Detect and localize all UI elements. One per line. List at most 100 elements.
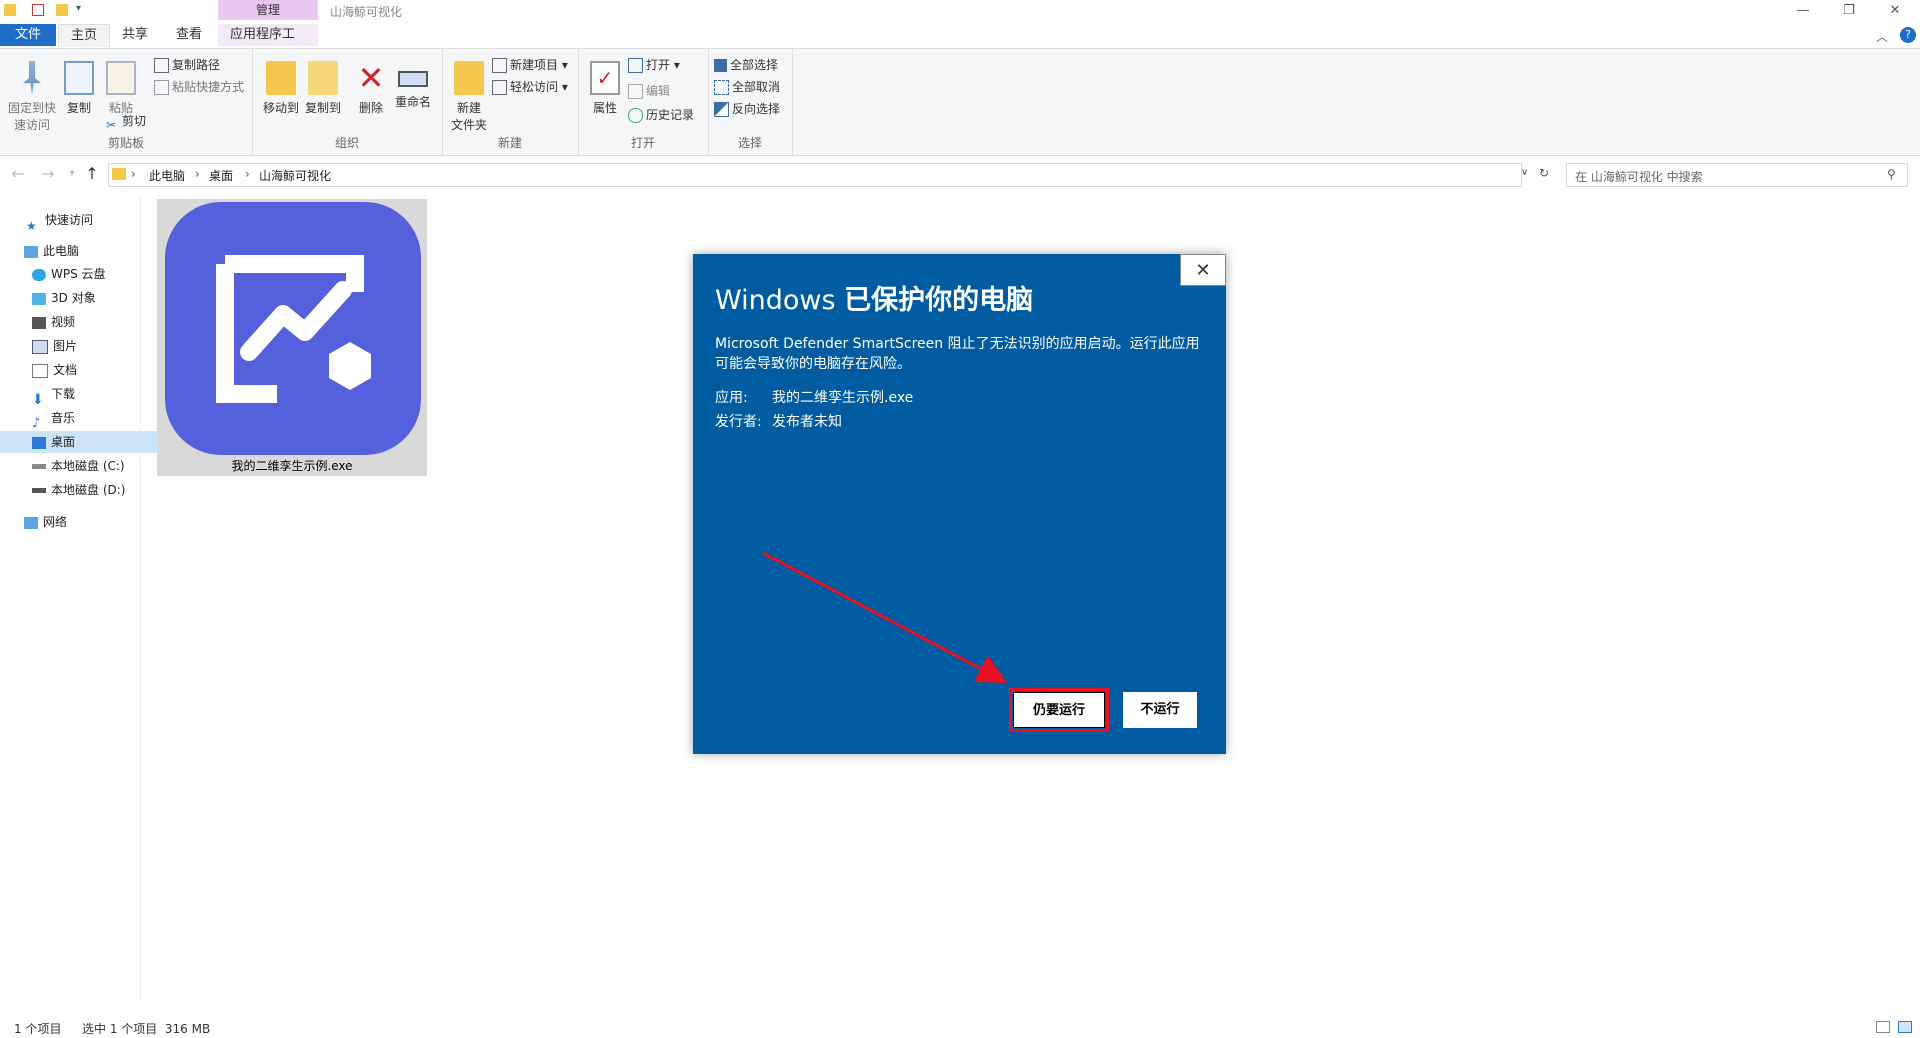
- address-bar[interactable]: › 此电脑 › 桌面 › 山海鲸可视化 ∨ ↻: [108, 163, 1549, 187]
- minimize-button[interactable]: —: [1780, 0, 1826, 22]
- close-button[interactable]: ✕: [1872, 0, 1918, 22]
- tab-app-tools[interactable]: 应用程序工具: [218, 24, 318, 64]
- properties-button[interactable]: ✓ 属性: [582, 55, 628, 116]
- sidebar-item-this-pc[interactable]: 此电脑: [0, 240, 162, 262]
- tab-share[interactable]: 共享: [110, 24, 160, 46]
- star-icon: ★: [26, 218, 37, 233]
- back-button[interactable]: ←: [8, 164, 28, 184]
- app-chart-icon: [165, 202, 421, 455]
- sidebar-item-documents[interactable]: 文档: [0, 359, 170, 381]
- cut-button[interactable]: ✂ 剪切: [106, 111, 146, 132]
- sidebar-item-network[interactable]: 网络: [0, 511, 162, 533]
- help-icon[interactable]: ?: [1900, 27, 1916, 43]
- select-all-icon: [714, 59, 727, 72]
- breadcrumb-this-pc[interactable]: 此电脑: [149, 167, 185, 184]
- sidebar-item-drive-c[interactable]: 本地磁盘 (C:): [0, 455, 170, 477]
- file-name: 我的二维孪生示例.exe: [231, 459, 353, 473]
- up-button[interactable]: ↑: [82, 164, 102, 184]
- move-to-button[interactable]: 移动到: [258, 55, 304, 116]
- paste-shortcut-icon: [154, 80, 169, 95]
- invert-selection-button[interactable]: 反向选择: [714, 99, 780, 119]
- copy-path-button[interactable]: 复制路径: [154, 55, 220, 75]
- select-none-icon: [714, 80, 729, 95]
- new-folder-icon: [454, 61, 484, 95]
- context-tab-header: 管理: [218, 0, 318, 20]
- select-all-button[interactable]: 全部选择: [714, 55, 778, 75]
- dont-run-button[interactable]: 不运行: [1123, 692, 1197, 728]
- open-group: ✓ 属性 打开 ▾ 编辑 历史记录 打开: [578, 49, 709, 155]
- delete-button[interactable]: ✕ 删除: [348, 55, 394, 116]
- refresh-icon[interactable]: ↻: [1539, 166, 1549, 180]
- copy-button[interactable]: 复制: [56, 55, 102, 116]
- recent-locations-button[interactable]: ▾: [62, 164, 82, 184]
- paste-button[interactable]: 粘贴: [98, 55, 144, 116]
- new-folder-quick-icon[interactable]: [56, 4, 68, 16]
- open-icon: [628, 58, 643, 73]
- tab-home[interactable]: 主页: [58, 24, 111, 47]
- select-group: 全部选择 全部取消 反向选择 选择: [708, 49, 793, 155]
- sidebar-item-drive-d[interactable]: 本地磁盘 (D:): [0, 479, 170, 501]
- tab-view[interactable]: 查看: [164, 24, 214, 46]
- sidebar-item-videos[interactable]: 视频: [0, 311, 170, 333]
- history-button[interactable]: 历史记录: [628, 105, 694, 125]
- details-view-icon[interactable]: [1876, 1021, 1890, 1033]
- new-folder-button[interactable]: 新建 文件夹: [446, 55, 492, 133]
- new-item-icon: [492, 58, 507, 73]
- file-item[interactable]: 我的二维孪生示例.exe: [157, 199, 427, 476]
- clipboard-group: 固定到快 速访问 复制 粘贴 复制路径 粘贴快捷方式 ✂ 剪切 剪贴板: [0, 49, 253, 155]
- new-group-label: 新建: [497, 136, 522, 150]
- copy-path-icon: [154, 58, 169, 73]
- address-dropdown-icon[interactable]: ∨: [1521, 167, 1528, 178]
- selection-info: 选中 1 个项目 316 MB: [82, 1022, 211, 1036]
- search-icon[interactable]: ⚲: [1887, 167, 1896, 181]
- desktop-icon: [32, 436, 46, 449]
- history-icon: [628, 108, 643, 123]
- document-icon: [32, 363, 48, 378]
- select-group-label: 选择: [737, 136, 762, 150]
- organize-group: 移动到 复制到 ✕ 删除 重命名 组织: [252, 49, 443, 155]
- picture-icon: [32, 339, 48, 354]
- dialog-title: Windows 已保护你的电脑: [715, 285, 1034, 316]
- sidebar-item-quick-access[interactable]: ★ 快速访问: [0, 209, 164, 233]
- select-none-button[interactable]: 全部取消: [714, 77, 780, 97]
- copy-to-button[interactable]: 复制到: [300, 55, 346, 116]
- search-box[interactable]: 在 山海鲸可视化 中搜索 ⚲: [1566, 163, 1908, 187]
- easy-access-button[interactable]: 轻松访问 ▾: [492, 77, 568, 97]
- open-button[interactable]: 打开 ▾: [628, 55, 680, 75]
- drive-icon: [32, 464, 46, 469]
- sidebar-item-3d-objects[interactable]: 3D 对象: [0, 287, 170, 309]
- breadcrumb-desktop[interactable]: 桌面: [209, 167, 233, 184]
- network-icon: [24, 516, 38, 529]
- collapse-ribbon-icon[interactable]: ︿: [1876, 28, 1888, 45]
- copy-icon: [64, 61, 94, 95]
- breadcrumb-current[interactable]: 山海鲸可视化: [259, 167, 331, 184]
- dialog-close-button[interactable]: ✕: [1180, 254, 1226, 286]
- sidebar-item-downloads[interactable]: ⬇ 下载: [0, 383, 170, 408]
- clipboard-group-label: 剪贴板: [107, 136, 144, 150]
- sidebar-item-wps-cloud[interactable]: WPS 云盘: [0, 263, 170, 285]
- edit-icon: [628, 84, 643, 99]
- cube-icon: [32, 292, 46, 305]
- new-item-button[interactable]: 新建项目 ▾: [492, 55, 568, 75]
- edit-button[interactable]: 编辑: [628, 81, 670, 101]
- paste-shortcut-button[interactable]: 粘贴快捷方式: [154, 77, 244, 97]
- maximize-button[interactable]: ❐: [1826, 0, 1872, 22]
- properties-quick-icon[interactable]: [32, 4, 44, 16]
- run-anyway-button[interactable]: 仍要运行: [1009, 688, 1109, 732]
- sidebar-item-pictures[interactable]: 图片: [0, 335, 170, 357]
- breadcrumb-separator: ›: [245, 167, 250, 181]
- search-placeholder: 在 山海鲸可视化 中搜索: [1575, 170, 1703, 184]
- pin-quick-access-button[interactable]: 固定到快 速访问: [6, 55, 58, 133]
- breadcrumb-separator: ›: [195, 167, 200, 181]
- sidebar-item-desktop[interactable]: 桌面: [0, 431, 170, 453]
- scissors-icon: ✂: [106, 118, 117, 132]
- sidebar-item-music[interactable]: ♪ 音乐: [0, 407, 170, 431]
- properties-icon: ✓: [590, 61, 620, 95]
- forward-button[interactable]: →: [38, 164, 58, 184]
- rename-button[interactable]: 重命名: [390, 55, 436, 110]
- large-icons-view-icon[interactable]: [1898, 1021, 1912, 1033]
- copy-to-icon: [308, 61, 338, 95]
- customize-quick-access-icon[interactable]: ▾: [76, 3, 81, 14]
- tab-file[interactable]: 文件: [0, 24, 56, 46]
- navigation-pane: ★ 快速访问 此电脑 WPS 云盘 3D 对象 视频 图片 文档 ⬇ 下载 ♪ 音乐 …: [0, 196, 170, 1001]
